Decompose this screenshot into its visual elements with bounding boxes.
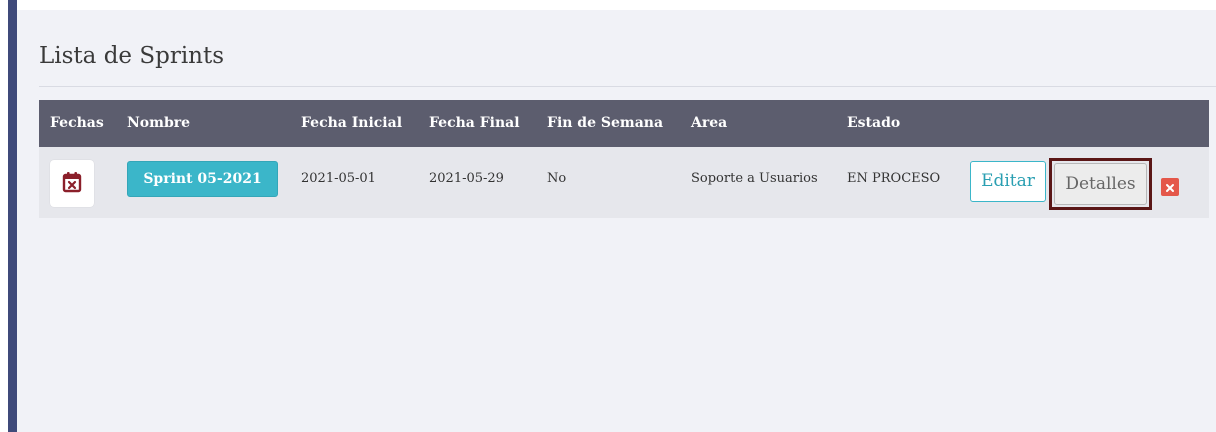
sidebar-accent-bar [8, 0, 17, 432]
column-header-fecha-final: Fecha Final [429, 115, 520, 131]
fecha-final-cell: 2021-05-29 [429, 171, 504, 186]
sprints-panel: Lista de Sprints Fechas Nombre Fecha Ini… [17, 10, 1216, 432]
delete-button[interactable] [1161, 178, 1179, 196]
column-header-area: Area [691, 115, 728, 131]
calendar-button[interactable] [50, 160, 94, 207]
sprints-table: Fechas Nombre Fecha Inicial Fecha Final … [39, 100, 1209, 218]
sprint-name-button[interactable]: Sprint 05-2021 [127, 161, 278, 197]
area-cell: Soporte a Usuarios [691, 171, 818, 186]
column-header-nombre: Nombre [127, 115, 191, 131]
estado-cell: EN PROCESO [847, 171, 941, 186]
fin-de-semana-cell: No [547, 171, 567, 186]
page: Lista de Sprints Fechas Nombre Fecha Ini… [0, 0, 1216, 432]
page-title: Lista de Sprints [39, 43, 225, 69]
column-header-fin-de-semana: Fin de Semana [547, 115, 664, 131]
column-header-estado: Estado [847, 115, 901, 131]
title-divider [39, 86, 1216, 87]
details-button[interactable]: Detalles [1054, 163, 1147, 205]
table-row: Sprint 05-2021 2021-05-01 2021-05-29 No … [39, 147, 1209, 218]
fecha-inicial-cell: 2021-05-01 [301, 171, 376, 186]
close-icon [1165, 178, 1175, 197]
table-header: Fechas Nombre Fecha Inicial Fecha Final … [39, 100, 1209, 147]
column-header-fecha-inicial: Fecha Inicial [301, 115, 403, 131]
column-header-fechas: Fechas [50, 115, 104, 131]
edit-button[interactable]: Editar [970, 161, 1046, 202]
calendar-x-icon [62, 171, 82, 197]
